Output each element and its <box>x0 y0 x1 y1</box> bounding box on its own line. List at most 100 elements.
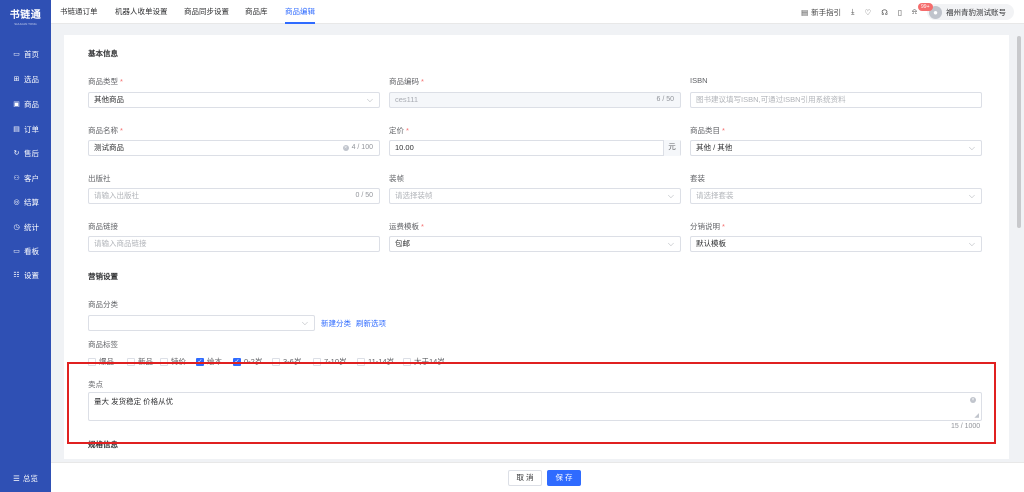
settle-icon: ◎ <box>13 199 20 206</box>
product-code-input: ces111 6 / 50 <box>389 92 681 108</box>
refresh-options-link[interactable]: 刷新选项 <box>356 318 386 329</box>
tab-orders[interactable]: 书链通订单 <box>60 0 98 24</box>
tag-checkbox[interactable]: 新品 <box>127 356 153 367</box>
selling-point-count: 15 / 1000 <box>951 423 981 430</box>
checkbox-box <box>160 357 168 366</box>
publisher-input[interactable]: 请输入出版社 0 / 50 <box>88 188 380 204</box>
chevron-down-icon: ⌵ <box>667 239 674 248</box>
sidebar-item-aftersale[interactable]: ↻ 售后 <box>0 143 51 163</box>
sidebar-item-selection[interactable]: ⊞ 选品 <box>0 69 51 89</box>
tag-checkbox[interactable]: 7-10岁 <box>313 356 347 367</box>
bell-icon: ⍾ <box>912 7 917 16</box>
sidebar-collapse-button[interactable]: ☰ 总览 <box>0 470 51 486</box>
gift-button[interactable]: ♡ <box>864 8 871 17</box>
sidebar-item-label: 看板 <box>24 246 39 256</box>
tag-label: 0-2岁 <box>244 357 263 366</box>
price-unit: 元 <box>663 140 680 156</box>
sidebar-item-label: 选品 <box>24 74 39 84</box>
product-link-input[interactable]: 请输入商品链接 <box>88 236 380 252</box>
series-select[interactable]: 请选择套装 ⌵ <box>690 188 982 204</box>
sidebar-item-products[interactable]: ▣ 商品 <box>0 94 51 114</box>
product-type-select[interactable]: 其他商品 ⌵ <box>88 92 380 108</box>
sidebar-item-customers[interactable]: ⚇ 客户 <box>0 168 51 188</box>
logo-subtext: SHULIAN TONG <box>14 22 37 26</box>
tag-checkbox[interactable]: 3-6岁 <box>272 356 301 367</box>
sidebar-item-label: 商品 <box>24 99 39 109</box>
guide-button[interactable]: ▤ 新手指引 <box>801 7 841 18</box>
product-classification-label: 商品分类 <box>88 300 118 309</box>
distribution-label: 分销说明 * <box>690 222 725 231</box>
clock-icon: ◷ <box>13 224 20 231</box>
tag-label: 11-14岁 <box>368 357 395 366</box>
clipboard-icon: ▯ <box>897 7 903 17</box>
tag-checkbox[interactable]: 特价 <box>160 356 186 367</box>
product-tags-label: 商品标签 <box>88 340 118 349</box>
tab-product-edit[interactable]: 商品编辑 <box>285 0 315 24</box>
distribution-select[interactable]: 默认模板 ⌵ <box>690 236 982 252</box>
sidebar-item-label: 客户 <box>24 173 39 183</box>
sidebar-item-statistics[interactable]: ◷ 统计 <box>0 217 51 237</box>
resize-handle-icon[interactable]: ◢ <box>974 412 979 419</box>
sidebar-item-settlement[interactable]: ◎ 结算 <box>0 192 51 212</box>
tag-checkbox[interactable]: 爆品 <box>88 356 114 367</box>
tab-sync-settings[interactable]: 商品同步设置 <box>184 0 229 24</box>
sidebar-item-settings[interactable]: ☷ 设置 <box>0 265 51 285</box>
new-category-link[interactable]: 新建分类 <box>321 318 351 329</box>
section-title-spec: 规格信息 <box>88 440 118 449</box>
tab-robot-settings[interactable]: 机器人收单设置 <box>115 0 168 24</box>
save-button[interactable]: 保 存 <box>547 470 581 486</box>
download-button[interactable]: ⤓ <box>851 7 854 17</box>
sidebar-item-orders[interactable]: ▤ 订单 <box>0 119 51 139</box>
price-input[interactable]: 10.00 元 <box>389 140 681 156</box>
monitor-icon: ▭ <box>13 51 20 58</box>
headset-button[interactable]: ☊ <box>881 8 888 17</box>
sidebar-item-home[interactable]: ▭ 首页 <box>0 44 51 64</box>
product-classification-select[interactable]: ⌵ <box>88 315 315 331</box>
logo: 书链通 SHULIAN TONG <box>0 6 51 26</box>
sidebar-item-label: 设置 <box>24 270 39 280</box>
menu-icon: ☰ <box>13 473 20 483</box>
tab-product-library[interactable]: 商品库 <box>245 0 268 24</box>
clear-icon[interactable]: × <box>970 397 976 403</box>
section-title-marketing: 营销设置 <box>88 272 118 281</box>
sidebar-item-label: 结算 <box>24 197 39 207</box>
product-edit-form: 基本信息 商品类型 * 其他商品 ⌵ 商品编码 * ces111 6 / 50 ISBN… <box>64 35 1009 459</box>
binding-select[interactable]: 请选择装帧 ⌵ <box>389 188 681 204</box>
category-label: 商品类目 * <box>690 126 725 135</box>
sidebar-item-dashboard[interactable]: ▭ 看板 <box>0 241 51 261</box>
sidebar-item-label: 统计 <box>24 222 39 232</box>
book-icon: ▤ <box>801 7 809 17</box>
tag-checkbox[interactable]: 大于14岁 <box>403 356 445 367</box>
clipboard-button[interactable]: ▯ <box>898 8 902 17</box>
section-title-basic: 基本信息 <box>88 49 118 58</box>
chevron-down-icon: ⌵ <box>301 318 308 327</box>
sidebar-item-label: 售后 <box>24 148 39 158</box>
product-name-input[interactable]: 测试商品 × 4 / 100 <box>88 140 380 156</box>
tag-checkbox[interactable]: ✓ 0-2岁 <box>233 356 262 367</box>
checkbox-box <box>127 357 135 366</box>
checkmark-icon: ✓ <box>233 357 241 366</box>
sidebar-item-label: 订单 <box>24 124 39 134</box>
tag-label: 3-6岁 <box>283 357 302 366</box>
sidebar: 书链通 SHULIAN TONG ▭ 首页 ⊞ 选品 ▣ 商品 ▤ 订单 ↻ 售后 ⚇ 客户… <box>0 0 51 492</box>
tag-checkbox[interactable]: ✓ 绘本 <box>196 356 222 367</box>
char-count: 0 / 50 <box>355 192 373 199</box>
gift-icon: ♡ <box>864 7 872 17</box>
shipping-template-select[interactable]: 包邮 ⌵ <box>389 236 681 252</box>
selling-point-textarea[interactable]: 量大 发货稳定 价格从优 × ◢ <box>88 392 982 421</box>
shipping-template-label: 运费模板 * <box>389 222 424 231</box>
cancel-button[interactable]: 取 消 <box>508 470 542 486</box>
account-menu[interactable]: ● 福州青豹测试账号 <box>927 4 1014 20</box>
checkbox-box <box>313 357 321 366</box>
selling-point-label: 卖点 <box>88 380 103 389</box>
isbn-input[interactable]: 图书建议填写ISBN,可通过ISBN引用系统资料 <box>690 92 982 108</box>
collapse-label: 总览 <box>22 473 38 483</box>
settings-icon: ☷ <box>13 272 20 279</box>
tag-label: 绘本 <box>207 357 222 366</box>
category-select[interactable]: 其他 / 其他 ⌵ <box>690 140 982 156</box>
notification-button[interactable]: ⍾ 99+ <box>912 3 933 17</box>
guide-label: 新手指引 <box>811 7 842 17</box>
scrollbar[interactable] <box>1017 36 1021 228</box>
checkmark-icon: ✓ <box>196 357 204 366</box>
tag-checkbox[interactable]: 11-14岁 <box>357 356 394 367</box>
